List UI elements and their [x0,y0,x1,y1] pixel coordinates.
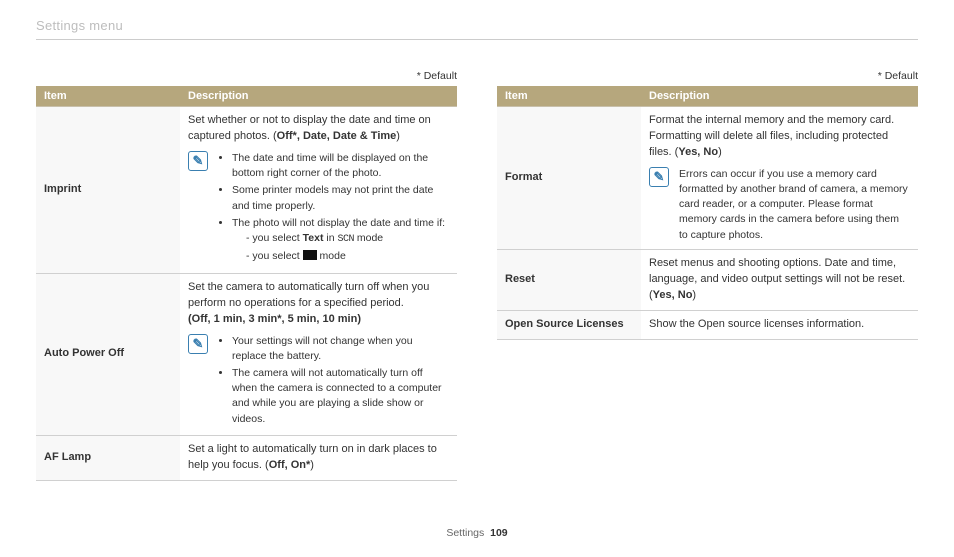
header-rule [36,39,918,40]
default-note-right: * Default [497,70,918,82]
footer-section: Settings [446,527,484,539]
item-auto-power-off: Auto Power Off [36,273,180,435]
th-item: Item [497,86,641,107]
desc-af-lamp: Set a light to automatically turn on in … [180,435,457,480]
desc-opts: Yes, No [653,289,693,301]
note-body: Your settings will not change when you r… [218,334,449,429]
desc-text: ) [310,459,314,471]
desc-text: Set the camera to automatically turn off… [188,280,449,312]
page-footer: Settings 109 [0,527,954,539]
table-row: Imprint Set whether or not to display th… [36,107,457,274]
note-subitem: you select Text in SCN mode [246,231,449,248]
th-item: Item [36,86,180,107]
desc-auto-power-off: Set the camera to automatically turn off… [180,273,457,435]
desc-text: ) [396,130,400,142]
note-item-text: The photo will not display the date and … [232,217,445,229]
note-icon: ✎ [188,334,208,354]
note-box: ✎ Your settings will not change when you… [188,334,449,429]
left-table: Item Description Imprint Set whether or … [36,86,457,481]
table-row: AF Lamp Set a light to automatically tur… [36,435,457,480]
note-item: The camera will not automatically turn o… [232,366,449,427]
desc-reset: Reset menus and shooting options. Date a… [641,249,918,310]
table-row: Reset Reset menus and shooting options. … [497,249,918,310]
desc-opts: Yes, No [678,146,718,158]
item-open-source: Open Source Licenses [497,310,641,339]
desc-opts: Off, On* [269,459,311,471]
note-item: The photo will not display the date and … [232,216,449,265]
note-item: Your settings will not change when you r… [232,334,449,364]
note-body: The date and time will be displayed on t… [218,151,449,267]
desc-format: Format the internal memory and the memor… [641,107,918,250]
desc-opts: Off*, Date, Date & Time [277,130,397,142]
note-body: Errors can occur if you use a memory car… [679,167,910,243]
table-row: Auto Power Off Set the camera to automat… [36,273,457,435]
desc-open-source: Show the Open source licenses informatio… [641,310,918,339]
table-row: Open Source Licenses Show the Open sourc… [497,310,918,339]
note-box: ✎ The date and time will be displayed on… [188,151,449,267]
right-column: * Default Item Description Format Format… [497,70,918,481]
note-item: The date and time will be displayed on t… [232,151,449,181]
item-imprint: Imprint [36,107,180,274]
desc-opts: (Off, 1 min, 3 min*, 5 min, 10 min) [188,312,449,328]
desc-text: ) [718,146,722,158]
table-row: Format Format the internal memory and th… [497,107,918,250]
desc-text: ) [692,289,696,301]
note-icon: ✎ [188,151,208,171]
default-note-left: * Default [36,70,457,82]
p-mode-icon [303,250,317,260]
footer-page-number: 109 [490,527,508,539]
th-description: Description [180,86,457,107]
item-af-lamp: AF Lamp [36,435,180,480]
desc-imprint: Set whether or not to display the date a… [180,107,457,274]
table-header-row: Item Description [36,86,457,107]
page-header-title: Settings menu [36,18,918,33]
item-format: Format [497,107,641,250]
th-description: Description [641,86,918,107]
table-header-row: Item Description [497,86,918,107]
item-reset: Reset [497,249,641,310]
scn-mode-icon: SCN [337,234,354,245]
note-box: ✎ Errors can occur if you use a memory c… [649,167,910,243]
right-table: Item Description Format Format the inter… [497,86,918,340]
note-icon: ✎ [649,167,669,187]
left-column: * Default Item Description Imprint Set w… [36,70,457,481]
note-subitem: you select mode [246,249,449,264]
note-item: Some printer models may not print the da… [232,183,449,213]
